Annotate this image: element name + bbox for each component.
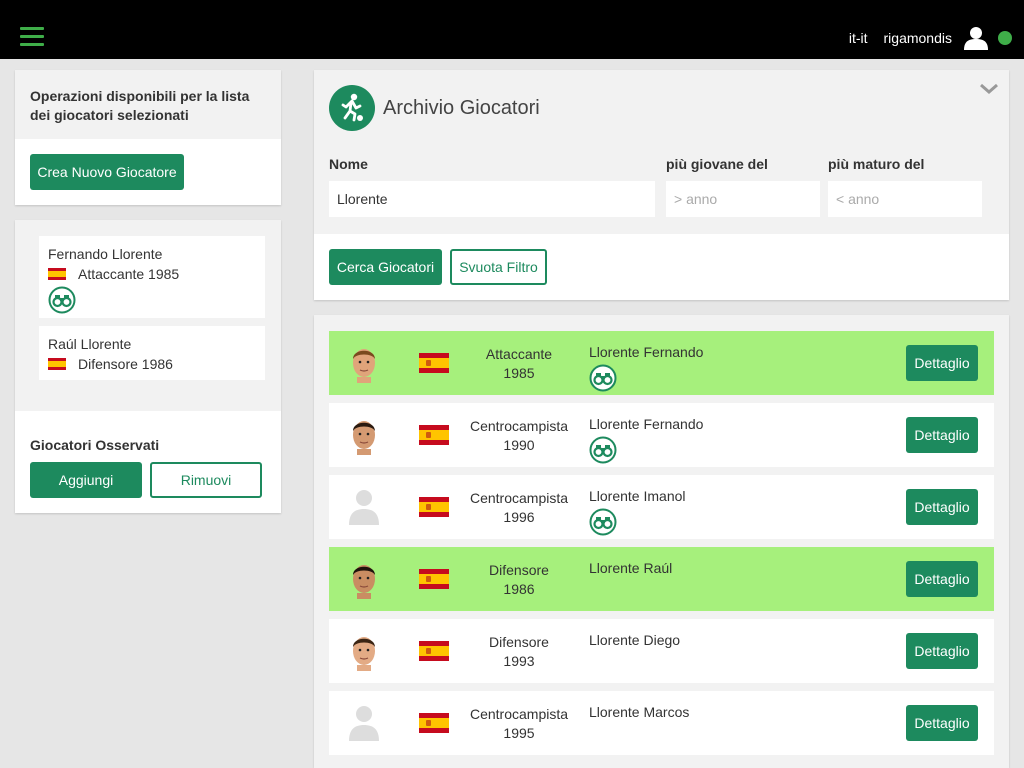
table-row[interactable]: Centrocampista 1990 Llorente Fernando De… bbox=[329, 403, 994, 467]
detail-button[interactable]: Dettaglio bbox=[906, 705, 978, 741]
player-role: Centrocampista bbox=[469, 490, 569, 506]
online-status-icon bbox=[998, 31, 1012, 45]
player-archive-panel: Archivio Giocatori Nome più giovane del … bbox=[314, 70, 1009, 300]
player-birth-year: 1995 bbox=[503, 725, 535, 741]
player-name: Llorente Raúl bbox=[589, 560, 673, 576]
player-role: Centrocampista bbox=[469, 418, 569, 434]
chevron-down-icon[interactable] bbox=[979, 82, 999, 96]
add-observed-button[interactable]: Aggiungi bbox=[30, 462, 142, 498]
spain-flag-icon bbox=[419, 353, 449, 373]
table-row[interactable]: Centrocampista 1996 Llorente Imanol Dett… bbox=[329, 475, 994, 539]
player-name: Llorente Imanol bbox=[589, 488, 686, 504]
top-bar-user-area: it-it rigamondis bbox=[849, 23, 1012, 53]
selected-player-info: Attaccante 1985 bbox=[78, 266, 180, 282]
avatar-placeholder-icon bbox=[349, 706, 379, 741]
spain-flag-icon bbox=[419, 641, 449, 661]
player-avatar bbox=[353, 565, 375, 599]
detail-button[interactable]: Dettaglio bbox=[906, 417, 978, 453]
player-role: Difensore bbox=[489, 562, 549, 578]
player-birth-year: 1986 bbox=[503, 581, 535, 597]
selected-players-panel: Fernando Llorente Attaccante 1985 Raúl L… bbox=[15, 220, 281, 513]
remove-observed-button[interactable]: Rimuovi bbox=[150, 462, 262, 498]
player-role-year: Difensore 1993 bbox=[459, 633, 579, 671]
username[interactable]: rigamondis bbox=[884, 30, 952, 46]
spain-flag-icon bbox=[48, 358, 66, 370]
player-role-year: Centrocampista 1996 bbox=[459, 489, 579, 527]
hamburger-menu-icon[interactable] bbox=[20, 27, 44, 47]
binoculars-icon bbox=[589, 436, 617, 464]
player-birth-year: 1996 bbox=[503, 509, 535, 525]
binoculars-icon bbox=[589, 364, 617, 392]
page-title: Archivio Giocatori bbox=[383, 97, 540, 119]
player-name: Llorente Fernando bbox=[589, 416, 704, 432]
table-row[interactable]: Difensore 1986 Llorente Raúl Dettaglio bbox=[329, 547, 994, 611]
detail-button[interactable]: Dettaglio bbox=[906, 633, 978, 669]
binoculars-icon bbox=[589, 508, 617, 536]
selected-player-item[interactable]: Fernando Llorente Attaccante 1985 bbox=[39, 236, 265, 318]
selected-player-name: Raúl Llorente bbox=[48, 336, 132, 352]
player-archive-logo-icon bbox=[329, 85, 375, 131]
results-list: Attaccante 1985 Llorente Fernando Dettag… bbox=[314, 315, 1009, 768]
player-birth-year: 1993 bbox=[503, 653, 535, 669]
spain-flag-icon bbox=[419, 497, 449, 517]
player-role-year: Attaccante 1985 bbox=[459, 345, 579, 383]
older-than-input[interactable] bbox=[828, 181, 982, 217]
search-players-button[interactable]: Cerca Giocatori bbox=[329, 249, 442, 285]
clear-filter-button[interactable]: Svuota Filtro bbox=[450, 249, 547, 285]
detail-button[interactable]: Dettaglio bbox=[906, 345, 978, 381]
player-role: Difensore bbox=[489, 634, 549, 650]
create-player-button[interactable]: Crea Nuovo Giocatore bbox=[30, 154, 184, 190]
name-search-input[interactable] bbox=[329, 181, 655, 217]
player-role-year: Centrocampista 1990 bbox=[459, 417, 579, 455]
spain-flag-icon bbox=[419, 713, 449, 733]
player-birth-year: 1990 bbox=[503, 437, 535, 453]
player-name: Llorente Marcos bbox=[589, 704, 690, 720]
detail-button[interactable]: Dettaglio bbox=[906, 489, 978, 525]
younger-than-label: più giovane del bbox=[666, 156, 768, 172]
selected-player-item[interactable]: Raúl Llorente Difensore 1986 bbox=[39, 326, 265, 380]
older-than-label: più maturo del bbox=[828, 156, 925, 172]
player-role: Attaccante bbox=[485, 346, 553, 362]
table-row[interactable]: Attaccante 1985 Llorente Fernando Dettag… bbox=[329, 331, 994, 395]
observed-players-section: Giocatori Osservati Aggiungi Rimuovi bbox=[15, 411, 281, 513]
player-avatar bbox=[353, 349, 375, 383]
observed-players-title: Giocatori Osservati bbox=[30, 437, 160, 453]
name-label: Nome bbox=[329, 156, 368, 172]
player-role-year: Centrocampista 1995 bbox=[459, 705, 579, 743]
top-bar: it-it rigamondis bbox=[0, 0, 1024, 59]
spain-flag-icon bbox=[48, 268, 66, 280]
operations-title: Operazioni disponibili per la lista dei … bbox=[15, 70, 281, 139]
player-birth-year: 1985 bbox=[503, 365, 535, 381]
player-role: Centrocampista bbox=[469, 706, 569, 722]
spain-flag-icon bbox=[419, 425, 449, 445]
player-name: Llorente Fernando bbox=[589, 344, 704, 360]
avatar-placeholder-icon bbox=[349, 490, 379, 525]
detail-button[interactable]: Dettaglio bbox=[906, 561, 978, 597]
user-icon[interactable] bbox=[964, 26, 988, 50]
binoculars-icon bbox=[48, 286, 76, 314]
player-role-year: Difensore 1986 bbox=[459, 561, 579, 599]
table-row[interactable]: Centrocampista 1995 Llorente Marcos Dett… bbox=[329, 691, 994, 755]
selected-player-info: Difensore 1986 bbox=[78, 356, 173, 372]
player-avatar bbox=[353, 421, 375, 455]
operations-panel: Operazioni disponibili per la lista dei … bbox=[15, 70, 281, 205]
language-selector[interactable]: it-it bbox=[849, 30, 868, 46]
selected-player-name: Fernando Llorente bbox=[48, 246, 163, 262]
player-name: Llorente Diego bbox=[589, 632, 681, 648]
younger-than-input[interactable] bbox=[666, 181, 820, 217]
player-avatar bbox=[353, 637, 375, 671]
spain-flag-icon bbox=[419, 569, 449, 589]
table-row[interactable]: Difensore 1993 Llorente Diego Dettaglio bbox=[329, 619, 994, 683]
